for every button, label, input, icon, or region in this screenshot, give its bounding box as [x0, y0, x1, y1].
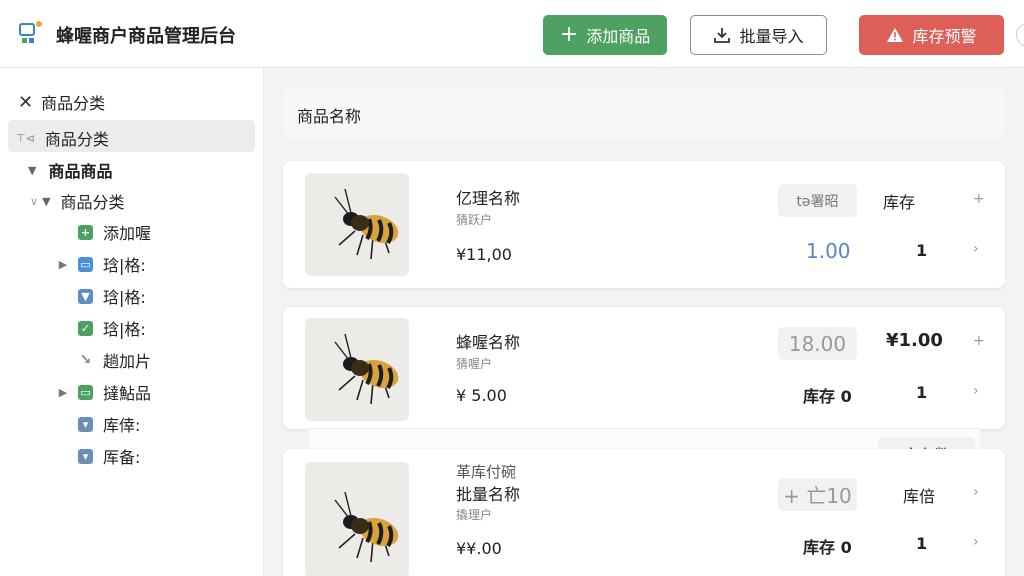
product-subtitle: 撬理户	[456, 508, 493, 522]
plus-icon: +	[559, 22, 579, 47]
chevron-right-icon[interactable]: ▶	[56, 386, 70, 399]
collapse-icon: ⊤⊲	[16, 131, 35, 145]
box-icon: ▾	[78, 416, 93, 432]
product-price: ¥¥.00	[456, 539, 502, 558]
sidebar-heading: 商品分类	[41, 94, 106, 113]
filter-icon: ▼	[78, 288, 93, 304]
check-icon: ✓	[78, 320, 93, 336]
product-subtitle: 猜跃户	[456, 213, 493, 227]
product-image	[305, 318, 409, 421]
chevron-down-icon: ▼	[42, 194, 51, 208]
sidebar-item-label: 库倖:	[103, 416, 141, 435]
sidebar-item[interactable]: ↘ 趟加片	[56, 348, 151, 372]
arrow-icon: ↘	[79, 352, 92, 368]
chevron-right-icon[interactable]: ›	[973, 241, 979, 257]
sidebar-item-label: 趟加片	[103, 352, 152, 371]
sidebar-item[interactable]: ▼ 琀|格:	[56, 284, 146, 308]
batch-import-label: 批量导入	[739, 27, 804, 46]
sidebar-item[interactable]: ✓ 琀|格:	[56, 316, 146, 340]
plus-icon[interactable]: +	[973, 333, 985, 349]
stock-header: 库存	[883, 193, 916, 212]
sidebar-item-label: 撻鮎品	[103, 384, 152, 403]
sidebar-item-label: 琀|格:	[103, 288, 146, 307]
product-name: 亿理名称	[456, 189, 521, 208]
download-icon	[714, 28, 731, 43]
chevron-right-icon[interactable]: ›	[973, 534, 979, 550]
batch-import-button[interactable]: 批量导入	[690, 15, 827, 55]
sidebar-group-label: 商品商品	[48, 162, 113, 181]
overlay-text: 革库付碗	[456, 463, 517, 481]
table-icon: ▭	[78, 256, 93, 272]
search-label: 商品名称	[297, 107, 362, 126]
warning-icon	[887, 28, 904, 42]
top-header: 蜂喔商户商品管理后台 + 添加商品 批量导入 库存预警	[0, 0, 1024, 68]
bee-image	[334, 188, 399, 260]
sidebar-item[interactable]: + 添加喔	[56, 220, 151, 244]
funnel-icon: ▾	[78, 448, 93, 464]
sidebar-subgroup[interactable]: ∨ ▼ 商品分类	[30, 189, 125, 213]
stock-ratio: 库倍	[903, 487, 936, 506]
sidebar-group[interactable]: ▼ 商品商品	[28, 158, 112, 182]
product-price: ¥11,00	[456, 245, 512, 264]
bee-image	[334, 491, 399, 563]
add-product-button[interactable]: + 添加商品	[543, 15, 667, 55]
product-name: 批量名称	[456, 485, 521, 504]
chevron-down-icon: ▼	[28, 163, 37, 177]
quantity-value: 1	[916, 383, 928, 402]
stock-warning-label: 库存预警	[912, 27, 977, 46]
sidebar-close-row[interactable]: ✕ 商品分类	[18, 90, 105, 114]
sidebar-item-category[interactable]: ⊤⊲ 商品分类	[16, 126, 109, 150]
product-price: ¥ 5.00	[456, 386, 507, 405]
product-name-filter[interactable]: 商品名称	[283, 87, 1005, 140]
status-badge: 18.00	[778, 327, 857, 360]
sidebar-item[interactable]: ▶ ▭ 撻鮎品	[56, 380, 151, 404]
app-logo-icon	[19, 21, 42, 43]
price-value: ¥1.00	[886, 330, 943, 351]
bee-image	[334, 333, 399, 405]
product-card[interactable]: 亿理名称 猜跃户 ¥11,00 tǝ署昭 库存 1.00 1 + ›	[283, 161, 1005, 288]
product-card[interactable]: 蜂喔名称 猜喔户 ¥ 5.00 18.00 ¥1.00 库存 0 1 + ›	[283, 307, 1005, 429]
sidebar-item[interactable]: ▾ 厍备:	[56, 444, 140, 468]
product-card[interactable]: 革库付碗 批量名称 撬理户 ¥¥.00 + 亡10 库倍 库存 0 1 › ›	[283, 449, 1005, 576]
sidebar-item-label: 添加喔	[103, 224, 152, 243]
sidebar-item[interactable]: ▾ 库倖:	[56, 412, 140, 436]
add-product-label: 添加商品	[586, 27, 651, 46]
category-sidebar: ✕ 商品分类 ⊤⊲ 商品分类 ▼ 商品商品 ∨ ▼ 商品分类 + 添加喔 ▶ ▭ 琀|格…	[0, 68, 264, 576]
product-subtitle: 猜喔户	[456, 357, 493, 371]
stock-value: 1.00	[806, 239, 851, 263]
quantity-value: 1	[916, 534, 928, 553]
close-icon[interactable]: ✕	[18, 92, 33, 113]
sidebar-subgroup-label: 商品分类	[60, 193, 125, 212]
app-title: 蜂喔商户商品管理后台	[56, 26, 236, 47]
chevron-right-icon[interactable]: ▶	[56, 258, 70, 271]
sidebar-item-label: 厍备:	[103, 448, 141, 467]
chevron-down-icon: ∨	[30, 194, 39, 208]
sidebar-item-label: 琀|格:	[103, 256, 146, 275]
chevron-right-icon[interactable]: ›	[973, 484, 979, 500]
header-scroll-handle[interactable]	[1016, 24, 1024, 46]
plus-icon: +	[78, 224, 93, 240]
sidebar-item[interactable]: ▶ ▭ 琀|格:	[56, 252, 146, 276]
stock-count: 库存 0	[803, 387, 852, 406]
plus-icon[interactable]: +	[973, 191, 985, 207]
product-name: 蜂喔名称	[456, 333, 521, 352]
sidebar-item-label: 琀|格:	[103, 320, 146, 339]
stock-warning-button[interactable]: 库存预警	[859, 15, 1004, 55]
status-badge: + 亡10	[778, 478, 857, 511]
stock-count: 库存 0	[803, 538, 852, 557]
status-badge: tǝ署昭	[778, 184, 857, 217]
quantity-value: 1	[916, 241, 928, 260]
product-image	[305, 462, 409, 576]
sidebar-item-label: 商品分类	[44, 130, 109, 149]
table-icon: ▭	[78, 384, 93, 400]
product-image	[305, 173, 409, 276]
chevron-right-icon[interactable]: ›	[973, 383, 979, 399]
